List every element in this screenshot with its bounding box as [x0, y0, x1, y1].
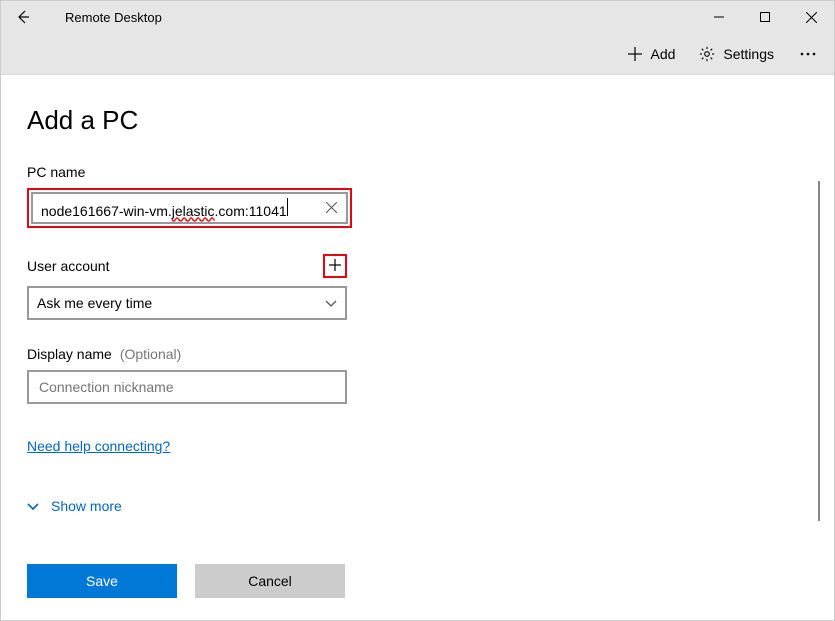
back-button[interactable] — [9, 3, 37, 31]
scrollbar[interactable] — [818, 181, 820, 521]
text-caret — [287, 198, 288, 216]
pc-name-highlight: node161667-win-vm.jelastic.com:11041 — [27, 188, 352, 228]
maximize-button[interactable] — [742, 1, 788, 33]
display-name-label: Display name — [27, 346, 112, 362]
show-more-toggle[interactable]: Show more — [27, 498, 834, 514]
add-label: Add — [650, 46, 675, 62]
pc-name-value: node161667-win-vm.jelastic.com:11041 — [41, 198, 288, 219]
user-account-select[interactable]: Ask me every time — [27, 286, 347, 320]
plus-icon — [328, 258, 342, 275]
title-bar: Remote Desktop — [1, 1, 834, 33]
add-user-button[interactable] — [326, 257, 344, 275]
page-heading: Add a PC — [27, 105, 834, 136]
add-button[interactable]: Add — [618, 40, 685, 68]
dialog-buttons: Save Cancel — [27, 564, 345, 598]
help-link[interactable]: Need help connecting? — [27, 438, 170, 454]
settings-label: Settings — [723, 46, 774, 62]
user-account-selected-value: Ask me every time — [37, 295, 152, 311]
display-name-optional: (Optional) — [120, 346, 181, 362]
content-area: Add a PC PC name node161667-win-vm.jelas… — [1, 75, 834, 620]
display-name-text[interactable] — [37, 378, 337, 396]
user-account-field: User account Ask me every time — [27, 254, 834, 320]
chevron-down-icon — [325, 295, 337, 311]
minimize-button[interactable] — [696, 1, 742, 33]
pc-name-field: PC name node161667-win-vm.jelastic.com:1… — [27, 164, 834, 228]
show-more-label: Show more — [51, 498, 122, 514]
gear-icon — [699, 46, 715, 62]
ellipsis-icon — [800, 52, 816, 56]
display-name-field: Display name (Optional) — [27, 346, 834, 404]
chevron-down-icon — [27, 498, 39, 514]
close-icon — [326, 200, 337, 216]
pc-name-input-wrap[interactable]: node161667-win-vm.jelastic.com:11041 — [31, 192, 348, 224]
save-button[interactable]: Save — [27, 564, 177, 598]
close-button[interactable] — [788, 1, 834, 33]
user-account-label: User account — [27, 258, 109, 274]
clear-input-button[interactable] — [320, 197, 342, 219]
window-title: Remote Desktop — [65, 10, 162, 25]
more-button[interactable] — [788, 46, 828, 62]
pc-name-label: PC name — [27, 164, 834, 180]
plus-icon — [628, 47, 642, 61]
display-name-input[interactable] — [27, 370, 347, 404]
settings-button[interactable]: Settings — [689, 40, 784, 68]
cancel-button[interactable]: Cancel — [195, 564, 345, 598]
toolbar: Add Settings — [1, 33, 834, 75]
add-user-highlight — [323, 254, 347, 278]
window-controls — [696, 1, 834, 33]
